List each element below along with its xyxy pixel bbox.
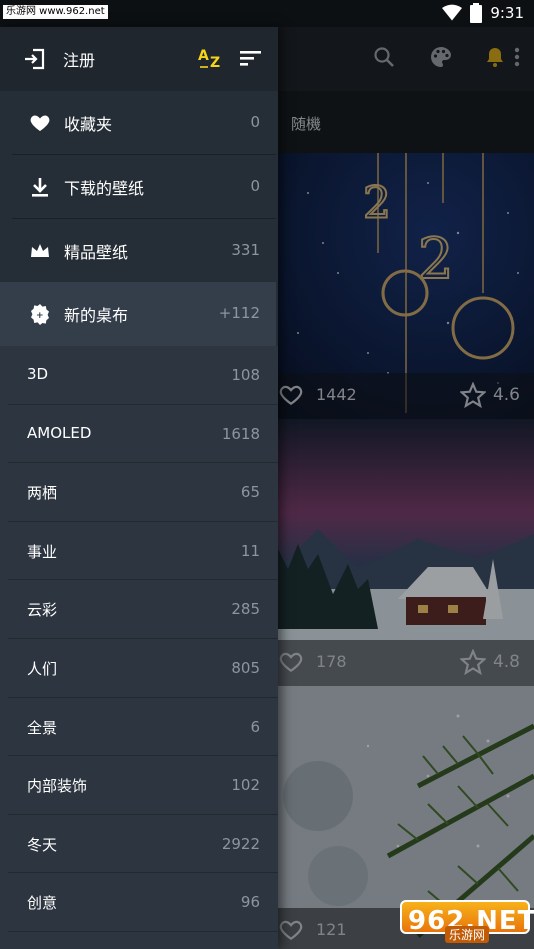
category-label: 创意	[27, 894, 58, 913]
wifi-icon	[442, 4, 463, 21]
category-item[interactable]: 创意 96	[8, 873, 278, 932]
category-item[interactable]: 两栖 65	[8, 463, 278, 522]
category-count: 1618	[221, 424, 260, 443]
login-label[interactable]: 注册	[63, 47, 95, 71]
tab-random[interactable]: 随機	[291, 113, 321, 134]
more-menu-icon[interactable]	[510, 45, 524, 69]
site-watermark: 乐游网 www.962.net	[3, 5, 108, 19]
drawer-item-count: 331	[231, 241, 260, 259]
category-item[interactable]: 全景 6	[8, 698, 278, 757]
rating-value: 4.6	[492, 385, 520, 405]
drawer-item-label: 精品壁纸	[64, 243, 129, 262]
category-item[interactable]: 3D 108	[8, 346, 278, 405]
category-label: 内部装饰	[27, 777, 88, 796]
login-icon[interactable]	[23, 47, 47, 71]
site-logo: 962.NET 乐游网	[400, 896, 534, 945]
card-footer: 1442 4.6	[278, 373, 534, 419]
card-footer: 178 4.8	[278, 640, 534, 686]
drawer-item-new[interactable]: + 新的桌布 +112	[0, 282, 276, 346]
drawer-item-favorites[interactable]: 收藏夹 0	[0, 91, 276, 155]
category-count: 805	[231, 659, 260, 677]
drawer-item-label: 收藏夹	[64, 115, 113, 134]
drawer-header: 注册 A Z	[0, 27, 278, 91]
category-item[interactable]: 冬天 2922	[8, 815, 278, 874]
category-count: 102	[231, 776, 260, 795]
category-label: 人们	[27, 660, 58, 678]
logo-subtitle: 乐游网	[445, 926, 490, 943]
rating-value: 4.8	[492, 652, 520, 672]
category-label: 冬天	[27, 835, 58, 854]
star-outline-icon	[460, 649, 486, 675]
battery-icon	[470, 3, 483, 23]
drawer-item-downloads[interactable]: 下载的壁纸 0	[0, 155, 276, 219]
like-count: 121	[316, 920, 347, 939]
svg-text:2: 2	[363, 178, 391, 229]
category-label: 两栖	[27, 484, 58, 503]
svg-text:+: +	[36, 311, 44, 321]
category-count: 96	[240, 893, 260, 912]
category-item[interactable]: AMOLED 1618	[8, 405, 278, 464]
heart-outline-icon[interactable]	[278, 917, 304, 943]
download-icon	[32, 178, 48, 197]
crown-icon	[31, 244, 49, 257]
category-item[interactable]: 人们 805	[8, 639, 278, 698]
status-bar: 乐游网 www.962.net 9:31	[0, 0, 534, 27]
category-count: 2922	[221, 834, 260, 853]
wallpaper-card[interactable]: 178 4.8	[278, 419, 534, 686]
svg-text:Z: Z	[210, 55, 220, 71]
drawer-item-label: 下载的壁纸	[64, 179, 145, 198]
navigation-drawer: 注册 A Z 收藏夹 0 下载的壁纸 0 精品壁纸 331 + 新的桌布 +11…	[0, 27, 278, 949]
clock: 9:31	[490, 4, 524, 22]
category-label: 事业	[27, 542, 58, 561]
app-screen: 乐游网 www.962.net 9:31 随機 2 2 1442 4.6 178…	[0, 0, 534, 949]
category-count: 285	[231, 600, 260, 619]
search-icon[interactable]	[372, 45, 396, 69]
category-item[interactable]: 云彩 285	[8, 580, 278, 639]
category-tabs: 随機	[278, 91, 534, 153]
palette-icon[interactable]	[429, 45, 453, 69]
app-toolbar	[278, 27, 534, 91]
sort-list-icon[interactable]	[239, 48, 263, 68]
bell-icon[interactable]	[483, 45, 507, 69]
category-label: 3D	[27, 365, 49, 383]
star-outline-icon	[460, 382, 486, 408]
sort-az-icon[interactable]: A Z	[198, 45, 224, 71]
drawer-item-premium[interactable]: 精品壁纸 331	[0, 219, 276, 283]
category-label: 全景	[27, 718, 58, 737]
category-count: 6	[250, 717, 260, 736]
like-count: 1442	[316, 385, 357, 404]
svg-text:A: A	[198, 48, 209, 64]
wallpaper-card[interactable]: 2 2 1442 4.6	[278, 153, 534, 419]
drawer-item-label: 新的桌布	[64, 306, 129, 325]
drawer-item-count: +112	[218, 304, 260, 322]
category-item[interactable]: 内部装饰 102	[8, 756, 278, 815]
category-label: AMOLED	[27, 423, 92, 442]
status-icons: 9:31	[442, 3, 524, 23]
category-item[interactable]: 事业 11	[8, 522, 278, 581]
drawer-item-count: 0	[250, 177, 260, 195]
category-count: 108	[231, 366, 260, 384]
like-count: 178	[316, 652, 347, 671]
drawer-item-count: 0	[250, 113, 260, 131]
new-badge-icon: +	[31, 304, 49, 325]
category-count: 11	[240, 541, 260, 560]
heart-outline-icon[interactable]	[278, 382, 304, 408]
category-label: 云彩	[27, 601, 58, 620]
heart-icon	[30, 115, 50, 131]
heart-outline-icon[interactable]	[278, 649, 304, 675]
drawer-quick-links: 收藏夹 0 下载的壁纸 0 精品壁纸 331 + 新的桌布 +112	[0, 91, 278, 346]
category-count: 65	[240, 483, 260, 502]
